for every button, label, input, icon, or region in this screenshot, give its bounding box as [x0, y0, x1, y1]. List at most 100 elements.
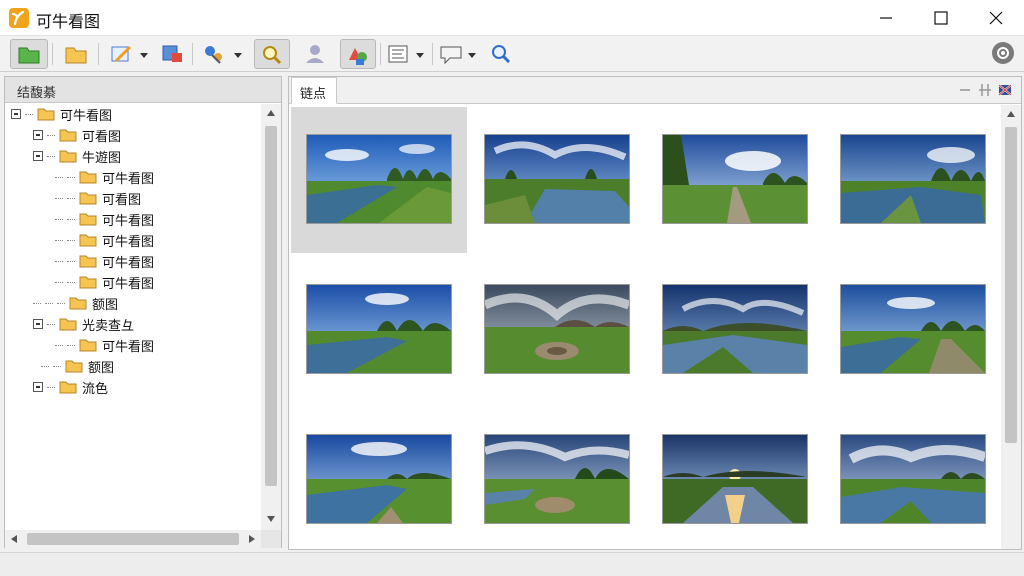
thumbnail-item[interactable]: [647, 407, 823, 553]
folder-panel-header: 结馥綦: [5, 77, 281, 103]
shapes-icon: [349, 48, 367, 65]
tree-line: [45, 302, 53, 304]
thumbnail-item[interactable]: [469, 257, 645, 403]
zoom-button[interactable]: [254, 39, 290, 69]
scroll-up-icon[interactable]: [1007, 111, 1015, 117]
scroll-down-icon[interactable]: [267, 516, 275, 522]
tree-expander-icon[interactable]: [33, 130, 43, 140]
thumbnail-item[interactable]: [647, 107, 823, 253]
tree-expander-icon[interactable]: [33, 151, 43, 161]
collapse-button[interactable]: [957, 82, 973, 98]
scrollbar-thumb[interactable]: [27, 533, 239, 545]
effects-button[interactable]: [198, 39, 246, 69]
tree-expander-icon[interactable]: [33, 319, 43, 329]
landscape-photo: [841, 285, 985, 373]
tree-item-label: 可牛看图: [102, 276, 155, 292]
minimize-button[interactable]: [859, 0, 913, 36]
tree-item[interactable]: 额图: [41, 356, 114, 376]
split-button[interactable]: [977, 82, 993, 98]
thumbnail-item[interactable]: [469, 107, 645, 253]
landscape-photo: [663, 435, 807, 523]
tree-item[interactable]: 可牛看图: [55, 251, 154, 271]
tree-line: [47, 134, 55, 136]
scroll-right-icon[interactable]: [249, 535, 255, 543]
tree-item[interactable]: 牛遊图: [33, 146, 121, 166]
folder-icon: [79, 254, 97, 268]
tree-item[interactable]: 可牛看图: [55, 230, 154, 250]
scrollbar-thumb[interactable]: [265, 126, 277, 486]
scrollbar-corner: [261, 530, 281, 548]
edit-button[interactable]: [104, 39, 150, 69]
tree-item-label: 可牛看图: [102, 339, 155, 355]
landscape-photo: [307, 285, 451, 373]
toolbar-separator: [98, 43, 99, 65]
tree-line: [47, 386, 55, 388]
folder-icon: [79, 233, 97, 247]
toolbar-separator: [52, 43, 53, 65]
search-button[interactable]: [486, 39, 516, 69]
thumbnail-item[interactable]: [291, 407, 467, 553]
thumbnail-item[interactable]: [825, 107, 1001, 253]
scroll-up-icon[interactable]: [267, 110, 275, 116]
tree-item-label: 可看图: [82, 129, 122, 145]
export-button[interactable]: [156, 39, 188, 69]
thumbnail-item[interactable]: [647, 257, 823, 403]
thumbnail-item[interactable]: [825, 257, 1001, 403]
user-button[interactable]: [298, 39, 334, 69]
flag-button[interactable]: [997, 82, 1013, 98]
view-button[interactable]: [384, 39, 428, 69]
folder-button[interactable]: [58, 39, 94, 69]
magnifier-icon: [263, 46, 282, 65]
status-bar: [0, 552, 1024, 576]
tree-item[interactable]: 流色: [33, 377, 108, 397]
folder-panel-title: 结馥綦: [17, 86, 57, 101]
tree-line: [47, 155, 55, 157]
tree-item[interactable]: 可牛看图: [55, 167, 154, 187]
comment-button[interactable]: [436, 39, 480, 69]
dropdown-arrow-icon: [140, 53, 148, 58]
tree-item[interactable]: 可牛看图: [55, 209, 154, 229]
search-icon: [492, 45, 511, 64]
maximize-button[interactable]: [914, 0, 968, 36]
open-folder-button[interactable]: [10, 39, 48, 69]
thumbnail-item[interactable]: [825, 407, 1001, 553]
tree-line: [55, 176, 63, 178]
tree-expander-icon[interactable]: [33, 382, 43, 392]
tree-item[interactable]: 可牛看图: [11, 104, 112, 124]
tree-item[interactable]: 光卖查彑: [33, 314, 134, 334]
tree-item[interactable]: 可看图: [55, 188, 141, 208]
tree-item[interactable]: 可牛看图: [55, 272, 154, 292]
tab-thumbnails[interactable]: 链点: [291, 77, 337, 104]
thumbnail-item[interactable]: [291, 107, 467, 253]
tree-item-label: 光卖查彑: [82, 318, 135, 334]
thumbnail-item[interactable]: [291, 257, 467, 403]
folder-icon: [65, 47, 87, 64]
landscape-photo: [307, 135, 451, 223]
settings-button[interactable]: [992, 42, 1014, 64]
scrollbar-thumb[interactable]: [1005, 127, 1017, 443]
tree-vertical-scrollbar[interactable]: [261, 104, 281, 530]
tree-item[interactable]: 可看图: [33, 125, 121, 145]
tree-item[interactable]: 额图: [33, 293, 118, 313]
scroll-left-icon[interactable]: [11, 535, 17, 543]
folder-icon: [79, 212, 97, 226]
tree-horizontal-scrollbar[interactable]: [5, 530, 261, 548]
user-icon: [306, 45, 324, 63]
folder-icon: [59, 380, 77, 394]
green-folder-icon: [18, 47, 40, 64]
tree-line: [67, 218, 75, 220]
tree-line: [41, 365, 49, 367]
list-view-icon: [388, 45, 408, 63]
landscape-photo: [485, 285, 629, 373]
close-button[interactable]: [969, 0, 1023, 36]
speech-bubble-icon: [440, 46, 462, 65]
app-logo-icon: [9, 8, 29, 28]
tree-item[interactable]: 可牛看图: [55, 335, 154, 355]
shapes-button[interactable]: [340, 39, 376, 69]
thumbnail-vertical-scrollbar[interactable]: [1001, 105, 1021, 549]
tree-expander-icon[interactable]: [11, 109, 21, 119]
export-icon: [162, 45, 182, 62]
landscape-photo: [663, 135, 807, 223]
thumbnail-item[interactable]: [469, 407, 645, 553]
tree-line: [55, 260, 63, 262]
